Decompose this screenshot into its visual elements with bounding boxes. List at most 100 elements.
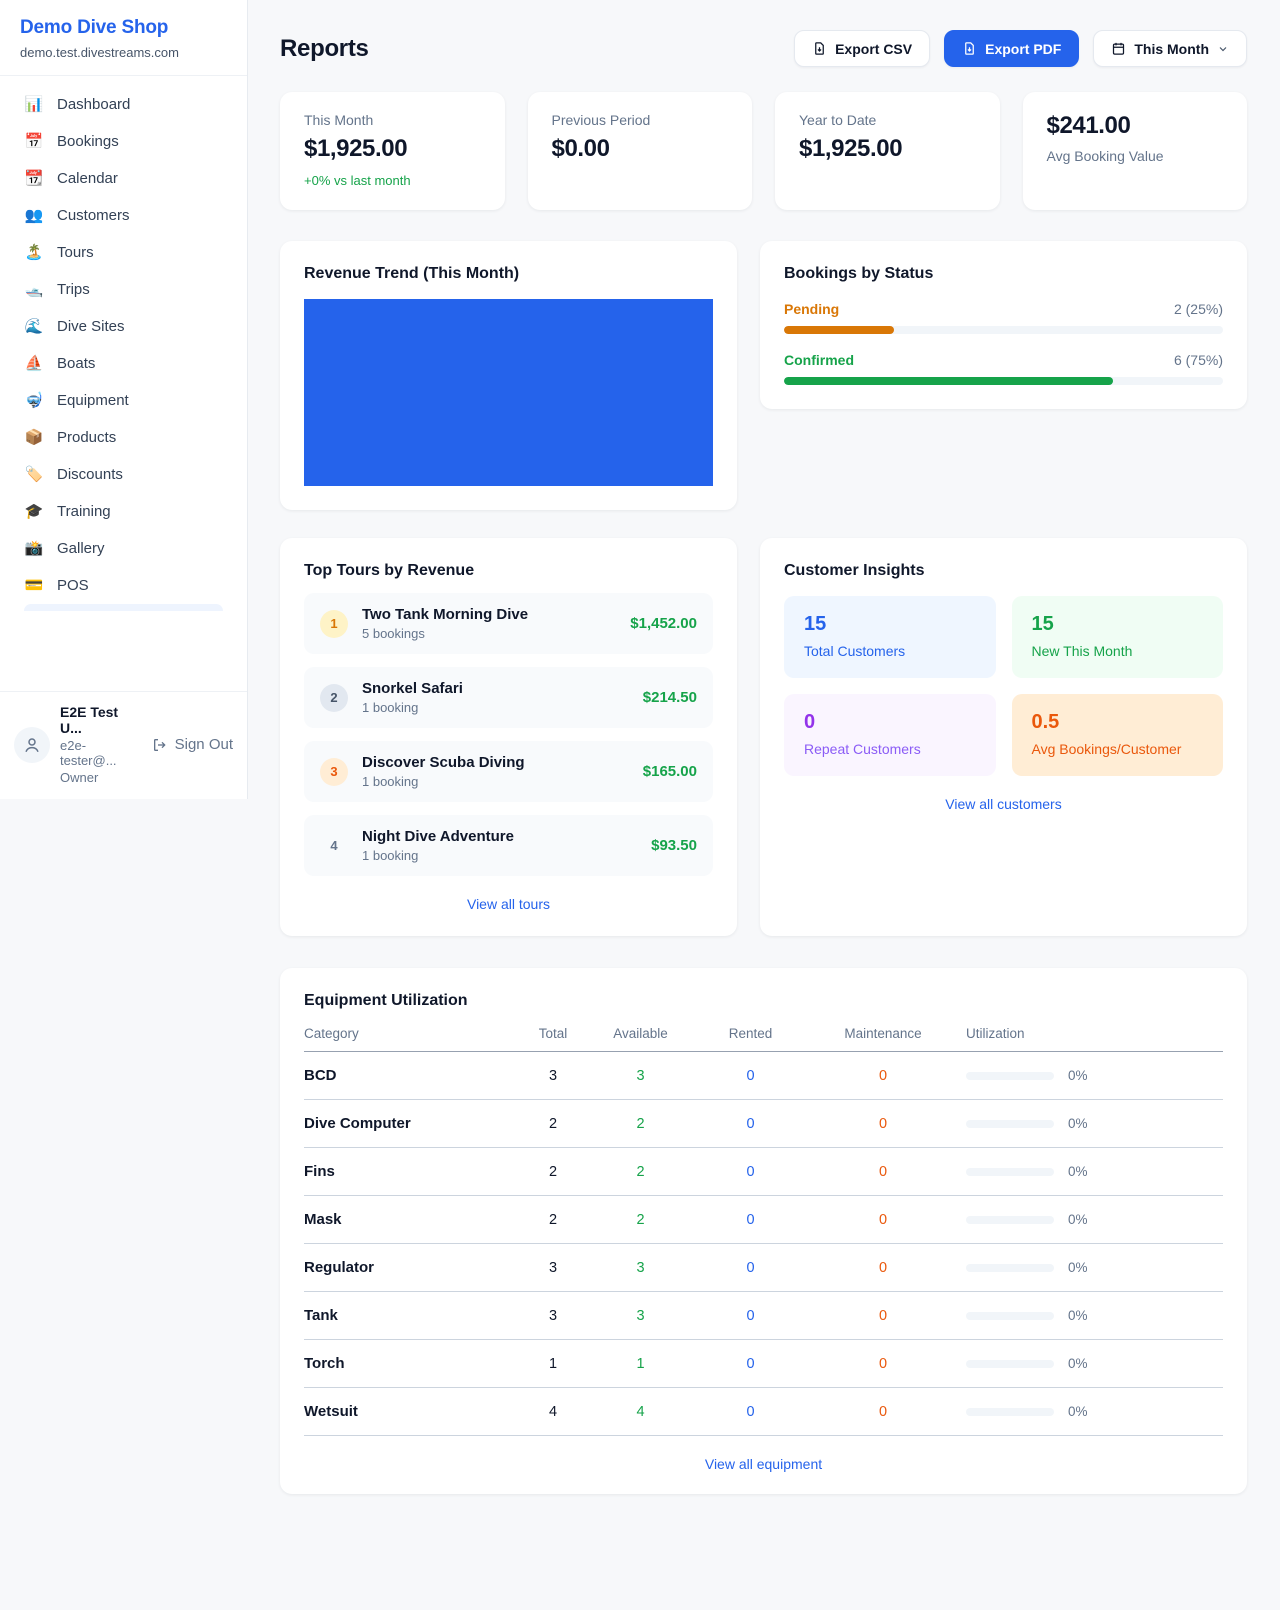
- rank-badge: 3: [320, 758, 348, 786]
- progress-track: [784, 326, 1223, 334]
- sidebar-item-training[interactable]: 🎓 Training: [12, 493, 235, 530]
- bookings-icon: 📅: [24, 134, 44, 149]
- stat-avg-booking-value: $241.00 Avg Booking Value: [1023, 92, 1248, 210]
- view-all-customers-link[interactable]: View all customers: [784, 796, 1223, 812]
- stat-cards: This Month $1,925.00 +0% vs last month P…: [280, 92, 1247, 210]
- tour-revenue: $93.50: [651, 837, 697, 854]
- sidebar-item-calendar[interactable]: 📆 Calendar: [12, 160, 235, 197]
- person-icon: [23, 736, 41, 754]
- status-row-pending: Pending 2 (25%): [784, 301, 1223, 334]
- user-role: Owner: [60, 770, 142, 785]
- sidebar-item-products[interactable]: 📦 Products: [12, 419, 235, 456]
- sidebar-item-customers[interactable]: 👥 Customers: [12, 197, 235, 234]
- utilization-bar: [966, 1312, 1054, 1320]
- sidebar-item-pos[interactable]: 💳 POS: [12, 567, 235, 604]
- sidebar: Demo Dive Shop demo.test.divestreams.com…: [0, 0, 248, 799]
- tour-name: Two Tank Morning Dive: [362, 606, 616, 623]
- period-dropdown[interactable]: This Month: [1093, 30, 1247, 67]
- status-label: Confirmed: [784, 352, 854, 368]
- rank-badge: 1: [320, 610, 348, 638]
- sidebar-item-boats[interactable]: ⛵ Boats: [12, 345, 235, 382]
- tour-bookings: 1 booking: [362, 848, 637, 863]
- status-count: 6 (75%): [1174, 352, 1223, 368]
- equipment-utilization-card: Equipment Utilization Category Total Ava…: [280, 968, 1247, 1494]
- sidebar-nav: 📊 Dashboard 📅 Bookings 📆 Calendar 👥 Cust…: [0, 76, 247, 691]
- sidebar-item-gallery[interactable]: 📸 Gallery: [12, 530, 235, 567]
- table-row: Tank 3 3 0 0 0%: [304, 1292, 1223, 1340]
- user-section: E2E Test U... e2e-tester@... Owner Sign …: [0, 691, 247, 799]
- sidebar-item-dive-sites[interactable]: 🌊 Dive Sites: [12, 308, 235, 345]
- customer-insights-title: Customer Insights: [784, 562, 1223, 580]
- trips-icon: 🛥️: [24, 282, 44, 297]
- tour-bookings: 1 booking: [362, 700, 629, 715]
- tour-bookings: 5 bookings: [362, 626, 616, 641]
- sidebar-item-dashboard[interactable]: 📊 Dashboard: [12, 86, 235, 123]
- sidebar-item-tours[interactable]: 🏝️ Tours: [12, 234, 235, 271]
- file-download-icon: [812, 41, 827, 56]
- tour-row: 2 Snorkel Safari 1 booking $214.50: [304, 667, 713, 728]
- equipment-icon: 🤿: [24, 393, 44, 408]
- table-row: BCD 3 3 0 0 0%: [304, 1052, 1223, 1100]
- sidebar-item-trips[interactable]: 🛥️ Trips: [12, 271, 235, 308]
- table-row: Dive Computer 2 2 0 0 0%: [304, 1100, 1223, 1148]
- sidebar-item-equipment[interactable]: 🤿 Equipment: [12, 382, 235, 419]
- user-info: E2E Test U... e2e-tester@... Owner: [60, 704, 142, 785]
- tours-icon: 🏝️: [24, 245, 44, 260]
- sidebar-item-bookings[interactable]: 📅 Bookings: [12, 123, 235, 160]
- topbar: Reports Export CSV Export PDF This Month: [280, 30, 1247, 67]
- table-row: Mask 2 2 0 0 0%: [304, 1196, 1223, 1244]
- sidebar-item-selected-partial[interactable]: [24, 604, 223, 611]
- page-title: Reports: [280, 35, 369, 63]
- shop-name: Demo Dive Shop: [20, 17, 227, 39]
- customer-insights-card: Customer Insights 15 Total Customers 15 …: [760, 538, 1247, 936]
- chevron-down-icon: [1217, 43, 1229, 55]
- table-header: Category Total Available Rented Maintena…: [304, 1010, 1223, 1052]
- utilization-bar: [966, 1264, 1054, 1272]
- utilization-bar: [966, 1168, 1054, 1176]
- progress-fill: [784, 326, 894, 334]
- view-all-tours-link[interactable]: View all tours: [304, 896, 713, 912]
- tour-name: Snorkel Safari: [362, 680, 629, 697]
- tour-revenue: $214.50: [643, 689, 697, 706]
- utilization-bar: [966, 1120, 1054, 1128]
- table-row: Torch 1 1 0 0 0%: [304, 1340, 1223, 1388]
- export-csv-button[interactable]: Export CSV: [794, 30, 930, 67]
- tour-revenue: $165.00: [643, 763, 697, 780]
- customers-icon: 👥: [24, 208, 44, 223]
- tile-avg-bookings: 0.5 Avg Bookings/Customer: [1012, 694, 1224, 776]
- utilization-bar: [966, 1072, 1054, 1080]
- header-actions: Export CSV Export PDF This Month: [794, 30, 1247, 67]
- stat-this-month: This Month $1,925.00 +0% vs last month: [280, 92, 505, 210]
- calendar-icon: [1111, 41, 1126, 56]
- export-pdf-button[interactable]: Export PDF: [944, 30, 1079, 67]
- sidebar-item-discounts[interactable]: 🏷️ Discounts: [12, 456, 235, 493]
- view-all-equipment-link[interactable]: View all equipment: [304, 1456, 1223, 1472]
- revenue-trend-title: Revenue Trend (This Month): [304, 265, 713, 283]
- table-row: Regulator 3 3 0 0 0%: [304, 1244, 1223, 1292]
- tour-name: Discover Scuba Diving: [362, 754, 629, 771]
- tile-new-this-month: 15 New This Month: [1012, 596, 1224, 678]
- discounts-icon: 🏷️: [24, 467, 44, 482]
- tour-row: 1 Two Tank Morning Dive 5 bookings $1,45…: [304, 593, 713, 654]
- status-count: 2 (25%): [1174, 301, 1223, 317]
- pos-icon: 💳: [24, 578, 44, 593]
- equipment-utilization-title: Equipment Utilization: [304, 992, 1223, 1010]
- boats-icon: ⛵: [24, 356, 44, 371]
- sign-out-button[interactable]: Sign Out: [152, 736, 233, 753]
- tile-total-customers: 15 Total Customers: [784, 596, 996, 678]
- shop-domain: demo.test.divestreams.com: [20, 45, 227, 60]
- utilization-bar: [966, 1216, 1054, 1224]
- avatar: [14, 727, 50, 763]
- stat-previous-period: Previous Period $0.00: [528, 92, 753, 210]
- brand: Demo Dive Shop demo.test.divestreams.com: [0, 0, 247, 76]
- gallery-icon: 📸: [24, 541, 44, 556]
- file-download-icon: [962, 41, 977, 56]
- progress-fill: [784, 377, 1113, 385]
- user-name: E2E Test U...: [60, 704, 142, 736]
- utilization-bar: [966, 1408, 1054, 1416]
- stat-trend: +0% vs last month: [304, 173, 481, 188]
- bookings-by-status-card: Bookings by Status Pending 2 (25%) Confi…: [760, 241, 1247, 409]
- tour-row: 4 Night Dive Adventure 1 booking $93.50: [304, 815, 713, 876]
- dashboard-icon: 📊: [24, 97, 44, 112]
- main-content: Reports Export CSV Export PDF This Month: [248, 0, 1280, 1534]
